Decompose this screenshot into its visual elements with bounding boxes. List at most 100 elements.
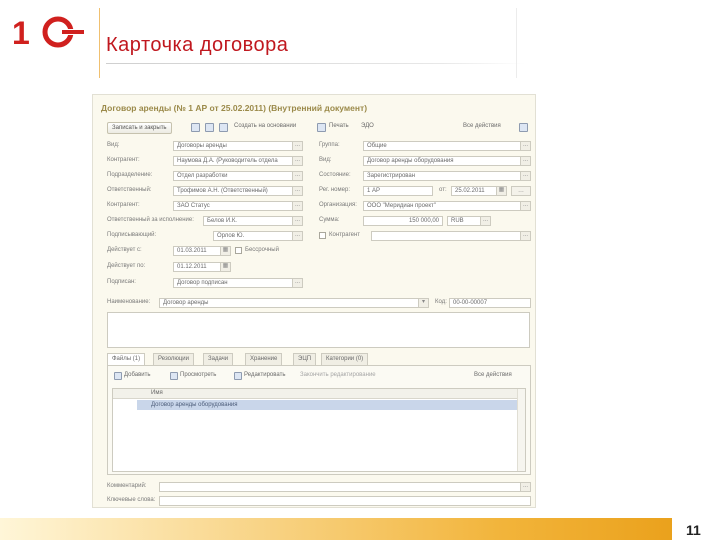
select-button[interactable]: ... xyxy=(520,142,530,150)
group-value: Общие xyxy=(367,143,387,149)
calendar-icon[interactable]: ▦ xyxy=(220,247,230,255)
file-name: Договор аренды оборудования xyxy=(151,402,238,408)
valid-from-value: 01.03.2011 xyxy=(177,248,207,254)
valid-from-field[interactable]: 01.03.2011 ▦ xyxy=(173,246,231,256)
select-button[interactable]: ... xyxy=(292,202,302,210)
tab-files[interactable]: Файлы (1) xyxy=(107,353,146,365)
date-field[interactable]: 25.02.2011 ▦ xyxy=(451,186,507,196)
save-close-button[interactable]: Записать и закрыть xyxy=(107,122,172,134)
date-label: от: xyxy=(439,187,447,193)
table-row[interactable]: Договор аренды оборудования xyxy=(137,400,517,410)
print-button[interactable]: Печать xyxy=(329,123,349,129)
panel-all-actions-button[interactable]: Все действия xyxy=(474,372,512,378)
name-label: Наименование: xyxy=(107,299,151,305)
all-actions-button[interactable]: Все действия xyxy=(463,123,501,129)
responsible-field[interactable]: Трофимов А.Н. (Ответственный)... xyxy=(173,186,303,196)
org-field[interactable]: ЗАО Статус... xyxy=(173,201,303,211)
vid-value: Договор аренды оборудования xyxy=(367,158,454,164)
files-panel: Добавить Просмотреть Редактировать Закон… xyxy=(107,365,531,475)
name-field[interactable]: Договор аренды ▾ xyxy=(159,298,429,308)
finish-edit-button[interactable]: Закончить редактирование xyxy=(300,372,376,378)
select-button[interactable]: ... xyxy=(520,157,530,165)
select-button[interactable]: ... xyxy=(292,217,302,225)
add-button[interactable]: Добавить xyxy=(124,372,151,378)
select-button[interactable]: ... xyxy=(520,202,530,210)
responsible-label: Ответственный: xyxy=(107,187,152,193)
contract-checkbox[interactable] xyxy=(319,232,326,239)
department-value: Отдел разработки xyxy=(177,173,228,179)
select-button[interactable]: ... xyxy=(292,172,302,180)
select-button[interactable]: ... xyxy=(520,172,530,180)
number-label: Рег. номер: xyxy=(319,187,350,193)
sum-value: 150 000,00 xyxy=(408,218,439,224)
save-icon[interactable] xyxy=(191,123,200,132)
organization-value: ООО "Меридиан проект" xyxy=(367,203,436,209)
form-tabs: Файлы (1) Резолюции Задачи Хранение ЭЦП … xyxy=(107,353,531,365)
edo-button[interactable]: ЭДО xyxy=(361,123,374,129)
responsible-value: Трофимов А.Н. (Ответственный) xyxy=(177,188,268,194)
select-button[interactable]: ... xyxy=(520,483,530,491)
tab-categories[interactable]: Категории (0) xyxy=(321,353,369,365)
files-toolbar: Добавить Просмотреть Редактировать Закон… xyxy=(114,372,524,382)
number-value: 1 АР xyxy=(367,188,381,194)
contract-field[interactable]: ... xyxy=(371,231,531,241)
edit-button[interactable]: Редактировать xyxy=(244,372,285,378)
org-value: ЗАО Статус xyxy=(177,203,210,209)
help-icon[interactable] xyxy=(519,123,528,132)
calendar-icon[interactable]: ▦ xyxy=(496,187,506,195)
organization-field[interactable]: ООО "Меридиан проект"... xyxy=(363,201,531,211)
select-button[interactable]: ... xyxy=(520,232,530,240)
view-button[interactable]: Просмотреть xyxy=(180,372,216,378)
select-button[interactable]: ... xyxy=(292,157,302,165)
calendar-icon[interactable]: ▦ xyxy=(220,263,230,271)
valid-from-label: Действует с: xyxy=(107,247,142,253)
valid-to-field[interactable]: 01.12.2011 ▦ xyxy=(173,262,231,272)
number-field[interactable]: 1 АР xyxy=(363,186,433,196)
code-value: 00-00-00007 xyxy=(453,300,488,306)
select-button[interactable]: ... xyxy=(292,232,302,240)
chevron-down-icon[interactable]: ▾ xyxy=(418,299,428,307)
create-based-button[interactable]: Создать на основании xyxy=(234,123,296,129)
copy-icon[interactable] xyxy=(205,123,214,132)
indefinite-checkbox[interactable] xyxy=(235,247,242,254)
grid-scrollbar[interactable] xyxy=(517,389,525,471)
valid-to-value: 01.12.2011 xyxy=(177,264,207,270)
description-textarea[interactable] xyxy=(107,312,530,348)
number-extra-button[interactable]: … xyxy=(511,186,531,196)
attach-icon[interactable] xyxy=(219,123,228,132)
sum-field[interactable]: 150 000,00 xyxy=(363,216,443,226)
sum-label: Сумма: xyxy=(319,217,340,223)
select-button[interactable]: ... xyxy=(292,142,302,150)
sign-field[interactable]: Договор подписан... xyxy=(173,278,303,288)
signer-label: Подписывающий: xyxy=(107,232,157,238)
type-label: Вид: xyxy=(107,142,120,148)
currency-field[interactable]: RUB... xyxy=(447,216,491,226)
org-label: Контрагент: xyxy=(107,202,140,208)
project-field[interactable]: Белов И.К.... xyxy=(203,216,303,226)
header-divider xyxy=(99,8,100,78)
code-field[interactable]: 00-00-00007 xyxy=(449,298,531,308)
tab-resolutions[interactable]: Резолюции xyxy=(153,353,194,365)
slide-title: Карточка договора xyxy=(106,34,289,56)
correspondent-field[interactable]: Наумова Д.А. (Руководитель отдела... xyxy=(173,156,303,166)
type-field[interactable]: Договоры аренды... xyxy=(173,141,303,151)
keywords-field[interactable] xyxy=(159,496,531,506)
select-button[interactable]: ... xyxy=(292,279,302,287)
signer-field[interactable]: Орлов Ю.... xyxy=(213,231,303,241)
correspondent-value: Наумова Д.А. (Руководитель отдела xyxy=(177,158,278,164)
vid-field[interactable]: Договор аренды оборудования... xyxy=(363,156,531,166)
state-field[interactable]: Зарегистрирован... xyxy=(363,171,531,181)
code-label: Код: xyxy=(435,299,447,305)
group-field[interactable]: Общие... xyxy=(363,141,531,151)
comment-field[interactable]: ... xyxy=(159,482,531,492)
tab-signature[interactable]: ЭЦП xyxy=(293,353,317,365)
indefinite-label: Бессрочный xyxy=(245,247,279,253)
tab-tasks[interactable]: Задачи xyxy=(203,353,234,365)
grid-header-name: Имя xyxy=(151,390,163,396)
select-button[interactable]: ... xyxy=(292,187,302,195)
logo-1c-icon: 1 xyxy=(12,15,84,50)
tab-storage[interactable]: Хранение xyxy=(245,353,283,365)
department-field[interactable]: Отдел разработки... xyxy=(173,171,303,181)
select-button[interactable]: ... xyxy=(480,217,490,225)
state-value: Зарегистрирован xyxy=(367,173,416,179)
